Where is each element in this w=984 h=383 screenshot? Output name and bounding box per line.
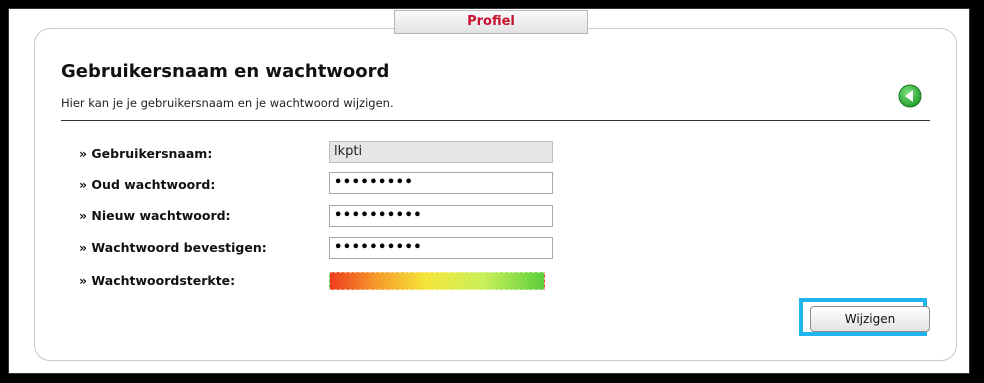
confirm-password-field[interactable]: •••••••••• xyxy=(329,237,553,259)
username-field: lkpti xyxy=(329,141,553,163)
confirm-password-label: » Wachtwoord bevestigen: xyxy=(79,240,267,255)
old-password-field[interactable]: ••••••••• xyxy=(329,172,553,194)
wijzigen-button[interactable]: Wijzigen xyxy=(810,306,930,332)
page-subtitle: Hier kan je je gebruikersnaam en je wach… xyxy=(61,96,394,110)
new-password-label: » Nieuw wachtwoord: xyxy=(79,208,231,223)
header-divider xyxy=(61,120,930,121)
new-password-field[interactable]: •••••••••• xyxy=(329,205,553,227)
strength-label: » Wachtwoordsterkte: xyxy=(79,273,236,288)
page-title: Gebruikersnaam en wachtwoord xyxy=(61,61,390,82)
password-strength-meter xyxy=(329,272,545,290)
tab-profiel[interactable]: Profiel xyxy=(394,10,588,34)
old-password-label: » Oud wachtwoord: xyxy=(79,177,216,192)
username-label: » Gebruikersnaam: xyxy=(79,146,213,161)
back-arrow-icon[interactable] xyxy=(898,84,922,108)
